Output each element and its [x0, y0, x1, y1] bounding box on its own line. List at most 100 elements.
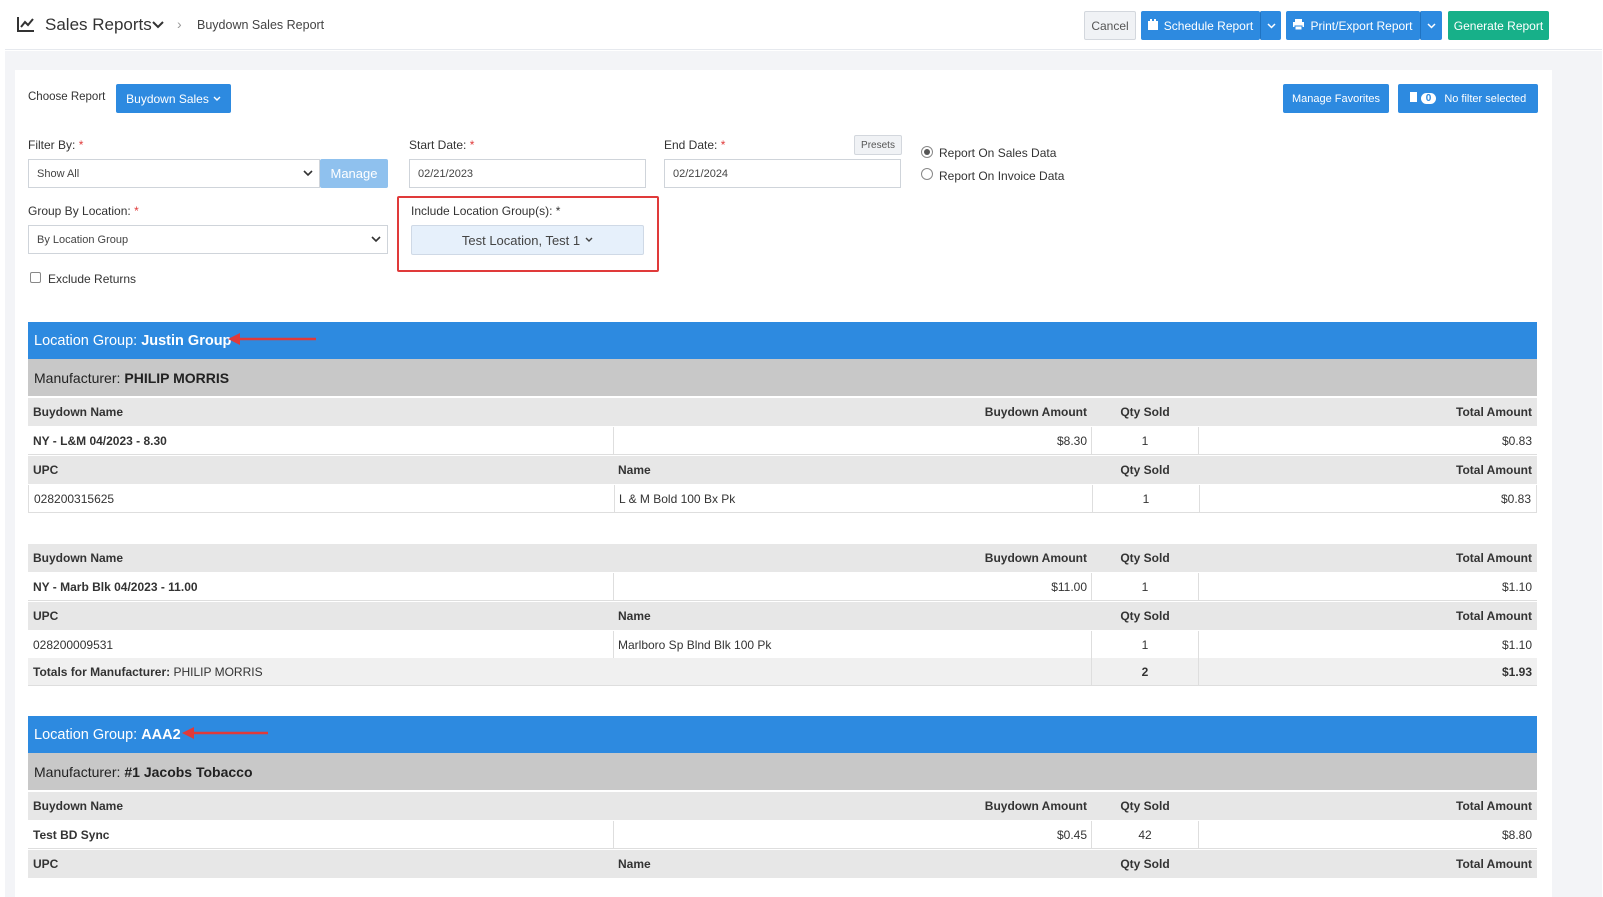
col-total-amount: Total Amount [1456, 463, 1532, 477]
totals-qty: 2 [1141, 664, 1149, 679]
col-qty-sold: Qty Sold [1120, 857, 1170, 871]
filter-by-select[interactable]: Show All [28, 159, 320, 188]
choose-report-dropdown[interactable]: Buydown Sales [116, 84, 231, 113]
location-group-label: Location Group: [34, 726, 138, 743]
buydown-header-row: Buydown Name Buydown Amount Qty Sold Tot… [28, 398, 1537, 426]
item-row: 028200009531 Marlboro Sp Blnd Blk 100 Pk… [28, 631, 1537, 659]
location-group-name: Justin Group [141, 332, 232, 349]
col-upc: UPC [33, 609, 59, 623]
filter-icon [1409, 92, 1417, 105]
col-buydown-amount: Buydown Amount [984, 405, 1087, 419]
total-amount: $0.83 [1501, 433, 1532, 448]
exclude-returns-label: Exclude Returns [48, 272, 137, 286]
col-total-amount: Total Amount [1456, 609, 1532, 623]
col-qty-sold: Qty Sold [1120, 463, 1170, 477]
item-row: 028200315625 L & M Bold 100 Bx Pk 1 $0.8… [28, 485, 1537, 513]
buydown-amount: $8.30 [1056, 433, 1087, 448]
sales-data-radio[interactable] [921, 146, 933, 158]
end-date-input[interactable]: 02/21/2024 [664, 159, 901, 188]
upc-header-row: UPC Name Qty Sold Total Amount [28, 456, 1537, 484]
end-date-label: End Date: * [664, 138, 726, 152]
buydown-header-row: Buydown Name Buydown Amount Qty Sold Tot… [28, 792, 1537, 820]
col-upc: UPC [33, 463, 59, 477]
manufacturer-totals-row: Totals for Manufacturer: PHILIP MORRIS 2… [28, 658, 1537, 686]
cancel-button[interactable]: Cancel [1084, 11, 1136, 40]
arrow-annotation [182, 727, 268, 739]
manage-button[interactable]: Manage [320, 159, 388, 188]
upc-header-row: UPC Name Qty Sold Total Amount [28, 602, 1537, 630]
item-qty: 1 [1142, 491, 1150, 506]
qty-sold: 1 [1141, 433, 1149, 448]
col-qty-sold: Qty Sold [1120, 609, 1170, 623]
choose-report-label: Choose Report [28, 91, 106, 103]
invoice-data-radio[interactable] [921, 168, 933, 180]
buydown-amount: $0.45 [1056, 827, 1087, 842]
col-total-amount: Total Amount [1456, 799, 1532, 813]
buydown-name: Test BD Sync [33, 827, 110, 842]
buydown-name: NY - L&M 04/2023 - 8.30 [33, 433, 167, 448]
item-name: L & M Bold 100 Bx Pk [619, 491, 736, 506]
manage-favorites-button[interactable]: Manage Favorites [1283, 84, 1389, 113]
location-groups-select[interactable]: Test Location, Test 1 [411, 225, 644, 255]
col-buydown-name: Buydown Name [33, 405, 124, 419]
group-by-value: By Location Group [37, 233, 129, 246]
chevron-down-icon [1266, 22, 1276, 29]
col-buydown-name: Buydown Name [33, 799, 124, 813]
col-qty-sold: Qty Sold [1120, 551, 1170, 565]
col-upc: UPC [33, 857, 59, 871]
print-dropdown-button[interactable] [1420, 11, 1442, 40]
col-buydown-amount: Buydown Amount [984, 799, 1087, 813]
manufacturer-header: Manufacturer: PHILIP MORRIS [28, 359, 1537, 396]
col-total-amount: Total Amount [1456, 551, 1532, 565]
generate-report-button[interactable]: Generate Report [1448, 11, 1549, 40]
item-qty: 1 [1141, 637, 1149, 652]
manufacturer-header: Manufacturer: #1 Jacobs Tobacco [28, 753, 1537, 790]
chevron-right-icon: › [177, 16, 182, 32]
item-total: $1.10 [1501, 637, 1532, 652]
filter-count-badge: 0 [1420, 93, 1437, 104]
manufacturer-label: Manufacturer: [34, 763, 121, 780]
col-name: Name [618, 463, 651, 477]
schedule-report-button[interactable]: Schedule Report [1141, 11, 1260, 40]
col-qty-sold: Qty Sold [1120, 799, 1170, 813]
location-group-label: Location Group: [34, 332, 138, 349]
chevron-down-icon [1427, 22, 1436, 29]
item-upc: 028200315625 [34, 491, 115, 506]
buydown-row: Test BD Sync $0.45 42 $8.80 [28, 821, 1537, 849]
start-date-input[interactable]: 02/21/2023 [409, 159, 646, 188]
manufacturer-name: #1 Jacobs Tobacco [124, 763, 253, 780]
totals-label: Totals for Manufacturer: PHILIP MORRIS [33, 664, 263, 679]
col-total-amount: Total Amount [1456, 405, 1532, 419]
qty-sold: 42 [1138, 827, 1152, 842]
total-amount: $1.10 [1501, 579, 1532, 594]
buydown-header-row: Buydown Name Buydown Amount Qty Sold Tot… [28, 544, 1537, 572]
print-export-button[interactable]: Print/Export Report [1286, 11, 1420, 40]
schedule-dropdown-button[interactable] [1260, 11, 1281, 40]
col-total-amount: Total Amount [1456, 857, 1532, 871]
total-amount: $8.80 [1501, 827, 1532, 842]
chevron-down-icon[interactable] [151, 20, 165, 30]
start-date-label: Start Date: * [409, 138, 475, 152]
filter-status-button[interactable]: 0 No filter selected [1398, 84, 1538, 113]
buydown-row: NY - Marb Blk 04/2023 - 11.00 $11.00 1 $… [28, 573, 1537, 601]
print-export-label: Print/Export Report [1310, 18, 1413, 33]
exclude-returns-checkbox[interactable] [30, 272, 41, 283]
group-by-select[interactable]: By Location Group [28, 225, 388, 254]
no-filter-label: No filter selected [1444, 92, 1527, 105]
col-name: Name [618, 609, 651, 623]
calendar-icon [1147, 18, 1158, 33]
totals-amount: $1.93 [1501, 664, 1532, 679]
chevron-down-icon [213, 96, 221, 101]
item-total: $0.83 [1500, 491, 1531, 506]
group-by-label: Group By Location: * [28, 204, 139, 218]
filter-by-value: Show All [37, 167, 80, 180]
filter-by-label: Filter By: * [28, 138, 84, 152]
location-groups-value: Test Location, Test 1 [461, 232, 581, 248]
col-buydown-amount: Buydown Amount [984, 551, 1087, 565]
breadcrumb: Buydown Sales Report [197, 18, 325, 32]
presets-button[interactable]: Presets [854, 135, 902, 155]
app-title[interactable]: Sales Reports [45, 15, 152, 35]
chevron-down-icon [303, 170, 313, 177]
invoice-data-label: Report On Invoice Data [939, 169, 1065, 183]
chart-icon [17, 17, 34, 32]
